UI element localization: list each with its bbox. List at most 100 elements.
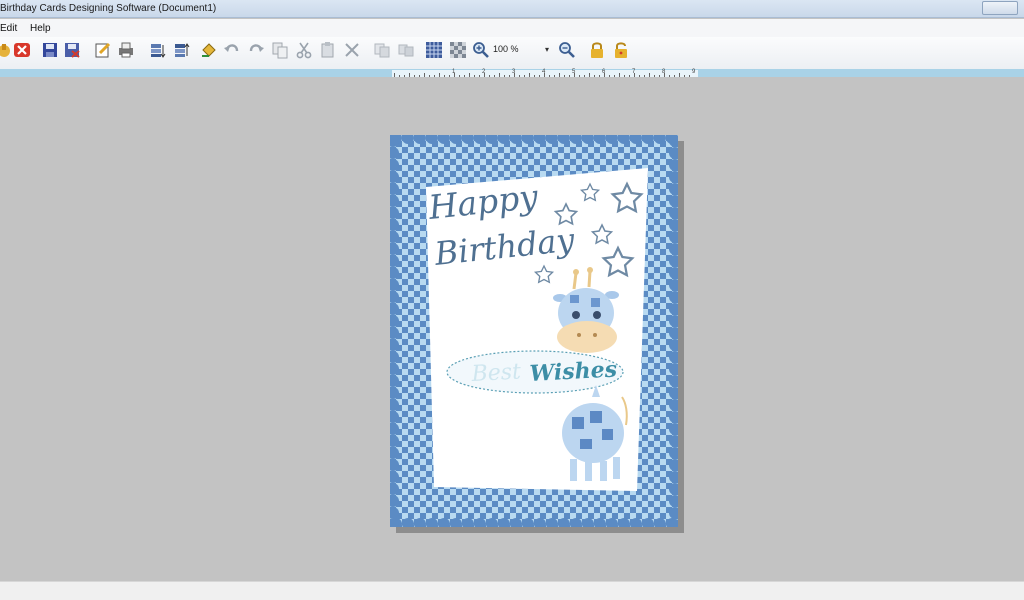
zoom-in-button[interactable]	[472, 40, 490, 60]
ruler-tick	[534, 75, 535, 77]
ruler-tick	[614, 75, 615, 77]
group-button[interactable]	[397, 40, 415, 60]
ruler-label: 1	[452, 69, 456, 75]
ruler-tick	[639, 75, 640, 77]
delete-icon	[345, 43, 359, 57]
close-document-button[interactable]	[13, 40, 31, 60]
ruler-tick	[499, 73, 500, 77]
ruler-tick	[404, 75, 405, 77]
ruler-tick	[659, 75, 660, 77]
fill-button[interactable]	[200, 40, 218, 60]
copy-button[interactable]	[271, 40, 289, 60]
ruler-tick	[624, 75, 625, 77]
ruler-label: 5	[572, 69, 576, 75]
ruler-tick	[459, 75, 460, 77]
ruler-tick	[409, 73, 410, 77]
zoom-level-field[interactable]: 100 %	[493, 44, 545, 58]
wishes-second-word: Wishes	[529, 356, 618, 387]
ruler-label: 4	[542, 69, 546, 75]
delete-button[interactable]	[343, 40, 361, 60]
paste-button[interactable]	[319, 40, 337, 60]
layer-up-icon	[175, 43, 190, 57]
ruler-tick	[524, 75, 525, 77]
undo-button[interactable]	[223, 40, 241, 60]
ruler-tick	[434, 75, 435, 77]
zoom-out-button[interactable]	[558, 40, 576, 60]
ruler-tick	[569, 75, 570, 77]
redo-button[interactable]	[247, 40, 265, 60]
ruler-tick	[554, 75, 555, 77]
print-button[interactable]	[117, 40, 135, 60]
copy-icon	[272, 42, 288, 59]
edit-icon	[95, 42, 111, 58]
birthday-card[interactable]: Happy Birthday Best Wishes	[390, 135, 678, 527]
transparent-icon	[450, 42, 466, 58]
edit-button[interactable]	[94, 40, 112, 60]
ruler-tick	[564, 75, 565, 77]
lock-button[interactable]	[588, 40, 606, 60]
ruler-tick	[654, 75, 655, 77]
menu-edit[interactable]: Edit	[0, 23, 17, 34]
card-artwork: Happy Birthday Best Wishes	[390, 135, 678, 527]
ruler-tick	[549, 75, 550, 77]
ruler-label: 9	[692, 69, 696, 75]
group-icon	[398, 44, 414, 57]
send-backward-button[interactable]	[148, 40, 166, 60]
save-as-icon	[65, 43, 80, 58]
ruler-tick	[579, 75, 580, 77]
bring-forward-button[interactable]	[172, 40, 190, 60]
menu-help[interactable]: Help	[30, 23, 51, 34]
ruler-tick	[489, 75, 490, 77]
ruler-tick	[444, 75, 445, 77]
ruler-tick	[679, 73, 680, 77]
ruler-tick	[629, 75, 630, 77]
ruler-label: 3	[512, 69, 516, 75]
new-button[interactable]	[0, 40, 14, 60]
transparent-button[interactable]	[449, 40, 467, 60]
ruler-tick	[519, 75, 520, 77]
zoom-dropdown-arrow[interactable]: ▾	[545, 45, 549, 54]
ruler-tick	[609, 75, 610, 77]
wishes-first-word: Best	[470, 359, 522, 387]
ruler-tick	[584, 75, 585, 77]
ruler-tick	[589, 73, 590, 77]
ruler-tick	[599, 75, 600, 77]
save-icon	[43, 43, 57, 57]
ruler-tick	[649, 73, 650, 77]
ruler-label: 6	[602, 69, 606, 75]
status-bar	[0, 581, 1024, 600]
ruler-tick	[469, 73, 470, 77]
lock-icon	[591, 42, 603, 58]
ruler-tick	[414, 75, 415, 77]
unlock-button[interactable]	[612, 40, 630, 60]
close-doc-icon	[14, 43, 30, 57]
ruler-tick	[674, 75, 675, 77]
title-bar: Birthday Cards Designing Software (Docum…	[0, 0, 1024, 18]
ruler-tick	[424, 73, 425, 77]
layer-down-icon	[151, 44, 166, 58]
ruler-tick	[509, 75, 510, 77]
redo-icon	[249, 44, 264, 52]
grid-button[interactable]	[425, 40, 443, 60]
paste-icon	[321, 42, 334, 58]
save-as-button[interactable]	[63, 40, 81, 60]
save-button[interactable]	[41, 40, 59, 60]
zoom-out-icon	[559, 42, 575, 58]
ruler-tick	[479, 75, 480, 77]
ruler-tick	[619, 73, 620, 77]
window-controls[interactable]	[982, 1, 1018, 15]
cut-button[interactable]	[295, 40, 313, 60]
ruler-label: 2	[482, 69, 486, 75]
duplicate-icon	[374, 43, 390, 58]
ruler-tick	[689, 75, 690, 77]
ruler-tick	[474, 75, 475, 77]
ruler-tick	[439, 73, 440, 77]
duplicate-button[interactable]	[373, 40, 391, 60]
ruler-tick	[644, 75, 645, 77]
ruler-tick	[399, 75, 400, 77]
horizontal-ruler: 1 2 3 4 5 6 7 8 9	[392, 69, 698, 77]
ruler-tick	[559, 73, 560, 77]
ruler-tick	[504, 75, 505, 77]
window-title: Birthday Cards Designing Software (Docum…	[0, 3, 217, 14]
new-icon	[0, 44, 10, 57]
